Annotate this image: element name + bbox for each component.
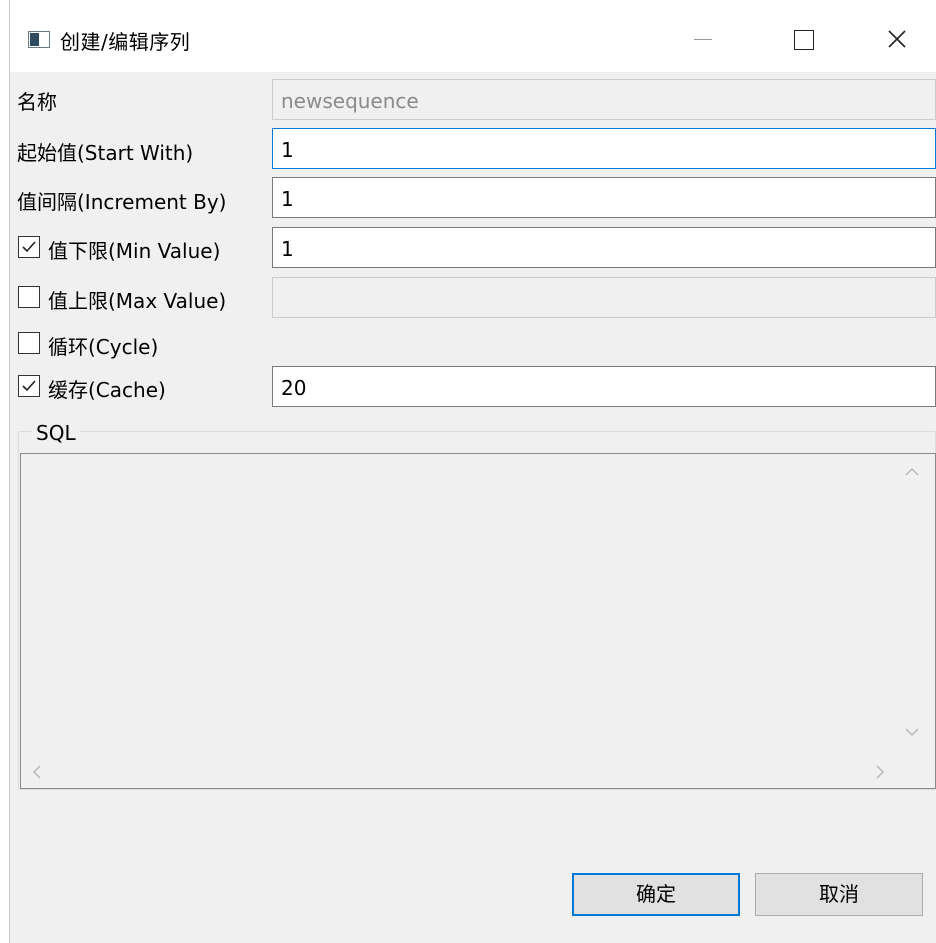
- sql-group-title: SQL: [32, 421, 80, 445]
- maximize-button[interactable]: [774, 18, 830, 60]
- horizontal-scrollbar[interactable]: [21, 752, 895, 788]
- cache-label: 缓存(Cache): [48, 378, 166, 402]
- scroll-down-icon[interactable]: [904, 726, 920, 738]
- minimize-button[interactable]: [674, 18, 730, 60]
- increment-by-field[interactable]: 1: [272, 177, 936, 218]
- cache-field[interactable]: 20: [272, 366, 936, 407]
- checkmark-icon: [22, 241, 36, 253]
- window-title: 创建/编辑序列: [60, 30, 191, 54]
- start-with-field[interactable]: 1: [272, 128, 936, 169]
- start-with-label: 起始值(Start With): [17, 141, 194, 165]
- dialog-window: 创建/编辑序列 名称 newsequence 起始值(Start With) 1…: [9, 0, 936, 943]
- max-value-label: 值上限(Max Value): [48, 289, 227, 313]
- close-button[interactable]: [868, 18, 924, 60]
- ok-button[interactable]: 确定: [572, 873, 740, 916]
- increment-by-label: 值间隔(Increment By): [17, 190, 227, 214]
- close-icon: [888, 30, 906, 48]
- min-value-field[interactable]: 1: [272, 227, 936, 268]
- scrollbar-corner: [895, 750, 935, 788]
- min-value-label: 值下限(Min Value): [48, 239, 221, 263]
- scroll-left-icon[interactable]: [31, 764, 43, 780]
- sql-textarea[interactable]: [20, 453, 936, 789]
- max-value-checkbox[interactable]: [18, 286, 40, 308]
- checkmark-icon: [22, 380, 36, 392]
- scroll-up-icon[interactable]: [904, 466, 920, 478]
- min-value-checkbox[interactable]: [18, 236, 40, 258]
- cycle-label: 循环(Cycle): [48, 335, 159, 359]
- title-bar[interactable]: 创建/编辑序列: [10, 0, 936, 72]
- cache-checkbox[interactable]: [18, 375, 40, 397]
- cancel-button[interactable]: 取消: [755, 873, 923, 916]
- name-field[interactable]: newsequence: [272, 79, 936, 120]
- max-value-field[interactable]: [272, 277, 936, 318]
- window-app-icon: [28, 31, 50, 48]
- cycle-checkbox[interactable]: [18, 332, 40, 354]
- name-label: 名称: [17, 90, 57, 114]
- vertical-scrollbar[interactable]: [895, 454, 935, 750]
- scroll-right-icon[interactable]: [874, 764, 886, 780]
